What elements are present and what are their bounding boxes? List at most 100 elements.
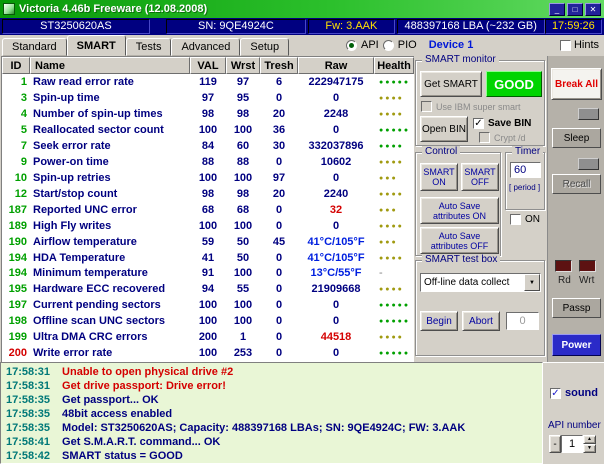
api-number-label: API number — [548, 420, 601, 431]
auto-save-attributes-on-button[interactable]: Auto Save attributes ON — [420, 197, 499, 224]
smart-test-box-label: SMART test box — [422, 254, 500, 265]
col-header-name[interactable]: Name — [30, 57, 190, 74]
table-row[interactable]: 10Spin-up retries100100970●●● — [2, 170, 414, 186]
table-row[interactable]: 194Minimum temperature91100013°C/55°F- — [2, 266, 414, 281]
col-header-health[interactable]: Health — [374, 57, 414, 74]
mini-button-1[interactable] — [578, 108, 599, 120]
cell-raw: 2240 — [298, 186, 374, 202]
col-header-id[interactable]: ID — [2, 57, 30, 74]
table-row[interactable]: 187Reported UNC error6868032●●● — [2, 202, 414, 218]
api-number-decrement-button[interactable]: - — [549, 435, 561, 453]
log-output[interactable]: 17:58:31Unable to open physical drive #2… — [0, 362, 543, 464]
save-bin-checkbox[interactable]: ✓ — [473, 118, 484, 129]
col-header-val[interactable]: VAL — [190, 57, 226, 74]
cell-health: ●●● — [374, 234, 414, 250]
cell-raw: 0 — [298, 122, 374, 138]
recall-button[interactable]: Recall — [552, 174, 601, 194]
tab-standard[interactable]: Standard — [2, 38, 67, 56]
abort-test-button[interactable]: Abort — [462, 311, 500, 331]
cell-wrst: 95 — [226, 90, 260, 106]
health-dots: ●●●● — [379, 95, 404, 102]
table-row[interactable]: 189High Fly writes10010000●●●● — [2, 218, 414, 234]
table-row[interactable]: 7Seek error rate846030332037896●●●● — [2, 138, 414, 154]
cell-name: Raw read error rate — [30, 74, 190, 90]
health-dots: ●●●● — [379, 111, 404, 118]
cell-name: Write error rate — [30, 345, 190, 361]
table-row[interactable]: 5Reallocated sector count100100360●●●●● — [2, 122, 414, 138]
cell-id: 194 — [2, 266, 30, 281]
cell-name: HDA Temperature — [30, 250, 190, 266]
health-dots: ●●●● — [379, 334, 404, 341]
break-all-button[interactable]: Break All — [551, 68, 602, 100]
tab-smart[interactable]: SMART — [67, 35, 126, 56]
log-line: 17:58:35Get passport... OK — [6, 393, 537, 407]
open-bin-button[interactable]: Open BIN — [420, 116, 468, 142]
power-button[interactable]: Power — [552, 334, 601, 356]
close-button[interactable]: ✕ — [585, 3, 601, 16]
passport-button[interactable]: Passp — [552, 298, 601, 318]
cell-wrst: 97 — [226, 74, 260, 90]
cell-val: 100 — [190, 170, 226, 186]
log-timestamp: 17:58:31 — [6, 366, 50, 378]
minimize-button[interactable]: _ — [549, 3, 565, 16]
timer-on-label: ON — [525, 214, 540, 225]
drive-firmware: Fw: 3.AAK — [308, 19, 395, 34]
cell-raw: 0 — [298, 170, 374, 186]
cell-tresh: 0 — [260, 281, 298, 297]
cell-health: ●●●●● — [374, 74, 414, 90]
timer-on-checkbox[interactable] — [510, 214, 521, 225]
timer-on-row: ON — [510, 214, 540, 225]
check-icon: ✓ — [474, 118, 482, 129]
table-row[interactable]: 3Spin-up time979500●●●● — [2, 90, 414, 106]
table-row[interactable]: 190Airflow temperature59504541°C/105°F●●… — [2, 234, 414, 250]
table-row[interactable]: 194HDA Temperature4150041°C/105°F●●●● — [2, 250, 414, 266]
sleep-button[interactable]: Sleep — [552, 128, 601, 148]
cell-tresh: 0 — [260, 329, 298, 345]
table-row[interactable]: 195Hardware ECC recovered9455021909668●●… — [2, 281, 414, 297]
cell-health: ●●●●● — [374, 313, 414, 329]
smart-off-button[interactable]: SMART OFF — [461, 163, 499, 191]
pio-radio[interactable] — [383, 40, 394, 51]
right-button-strip: Break All Sleep Recall Rd Wrt Passp Powe… — [547, 56, 604, 362]
table-row[interactable]: 200Write error rate10025300●●●●● — [2, 345, 414, 361]
chevron-down-icon[interactable]: ▼ — [524, 274, 540, 291]
col-header-tresh[interactable]: Tresh — [260, 57, 298, 74]
cell-tresh: 20 — [260, 106, 298, 122]
cell-name: Spin-up time — [30, 90, 190, 106]
cell-tresh: 0 — [260, 250, 298, 266]
api-radio[interactable] — [346, 40, 357, 51]
cell-name: Power-on time — [30, 154, 190, 170]
sound-checkbox[interactable]: ✓ — [550, 388, 561, 399]
spin-up-icon[interactable]: ▲ — [583, 435, 596, 444]
table-row[interactable]: 198Offline scan UNC sectors10010000●●●●● — [2, 313, 414, 329]
table-row[interactable]: 199Ultra DMA CRC errors2001044518●●●● — [2, 329, 414, 345]
hints-checkbox[interactable] — [560, 40, 571, 51]
spin-down-icon[interactable]: ▼ — [583, 444, 596, 453]
smart-monitor-group: SMART monitor Get SMART GOOD Use IBM sup… — [415, 60, 545, 146]
api-number-value[interactable]: 1 — [561, 435, 583, 453]
timer-period-input[interactable] — [510, 162, 541, 178]
test-select-combobox[interactable]: Off-line data collect ▼ — [420, 273, 541, 292]
titlebar[interactable]: Victoria 4.46b Freeware (12.08.2008) _ □… — [0, 0, 604, 18]
get-smart-button[interactable]: Get SMART — [420, 71, 482, 97]
app-icon — [3, 3, 15, 15]
log-message: Get S.M.A.R.T. command... OK — [62, 436, 220, 448]
cell-name: High Fly writes — [30, 218, 190, 234]
cell-health: ●●●● — [374, 281, 414, 297]
tab-setup[interactable]: Setup — [240, 38, 289, 56]
table-row[interactable]: 1Raw read error rate119976222947175●●●●● — [2, 74, 414, 90]
tab-tests[interactable]: Tests — [126, 38, 172, 56]
table-row[interactable]: 12Start/stop count9898202240●●●● — [2, 186, 414, 202]
col-header-raw[interactable]: Raw — [298, 57, 374, 74]
begin-test-button[interactable]: Begin — [420, 311, 458, 331]
table-row[interactable]: 9Power-on time8888010602●●●● — [2, 154, 414, 170]
table-row[interactable]: 197Current pending sectors10010000●●●●● — [2, 297, 414, 313]
tab-advanced[interactable]: Advanced — [171, 38, 240, 56]
maximize-button[interactable]: □ — [567, 3, 583, 16]
auto-save-attributes-off-button[interactable]: Auto Save attributes OFF — [420, 227, 499, 254]
col-header-wrst[interactable]: Wrst — [226, 57, 260, 74]
cell-val: 94 — [190, 281, 226, 297]
mini-button-2[interactable] — [578, 158, 599, 170]
table-row[interactable]: 4Number of spin-up times9898202248●●●● — [2, 106, 414, 122]
smart-on-button[interactable]: SMART ON — [420, 163, 458, 191]
